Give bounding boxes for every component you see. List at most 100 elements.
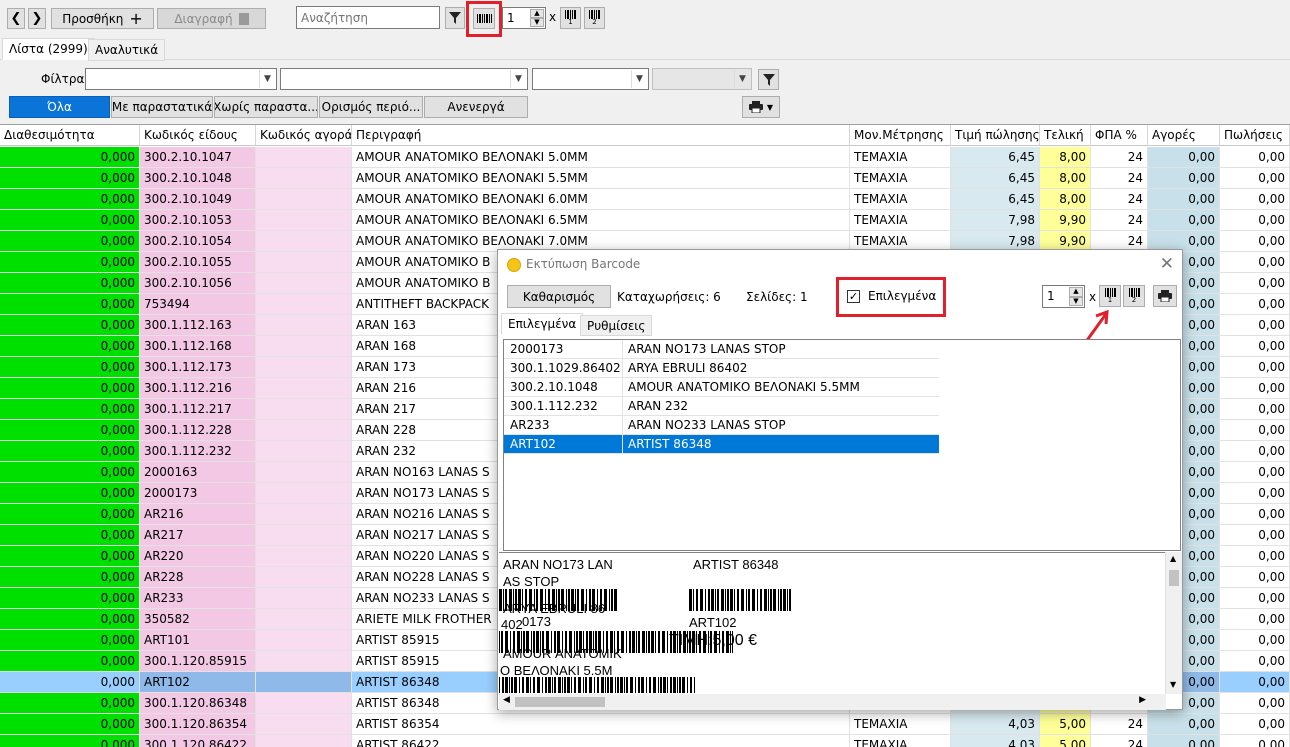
column-header[interactable]: Διαθεσιμότητα [0,125,140,146]
column-header[interactable]: Μον.Μέτρησης [850,125,951,146]
table-cell: 24 [1091,735,1148,747]
preview-label-2c: 0173 [522,614,551,629]
apply-filter-button[interactable] [758,69,779,90]
table-row[interactable]: 0,000 300.1.120.86422 ARTIST 86422 ΤΕΜΑΧΙΑ 4… [0,735,1290,747]
table-cell: 4,03 [951,714,1040,735]
filter-combo-3[interactable]: ▼ [532,68,649,90]
stepper-up-icon[interactable]: ▲ [1069,287,1083,297]
table-cell: ART102 [140,672,256,693]
table-row[interactable]: 0,000 300.1.120.86354 ARTIST 86354 ΤΕΜΑΧΙΑ 4… [0,714,1290,735]
delete-button[interactable]: Διαγραφή [157,8,266,29]
dialog-tab-selected[interactable]: Επιλεγμένα [501,313,584,335]
list-item[interactable]: 300.2.10.1048 AMOUR ΑΝΑΤΟΜΙΚΟ ΒΕΛΟΝΑΚΙ 5.… [504,378,939,397]
barcode-bar [760,589,762,611]
forward-button[interactable]: ❯ [28,8,46,29]
copies-stepper[interactable]: 1 ▲ ▼ [502,7,546,29]
table-cell: AMOUR ΑΝΑΤΟΜΙΚΟ ΒΕΛΟΝΑΚΙ 6.0MM [352,189,850,210]
table-row[interactable]: 0,000 300.2.10.1053 AMOUR ΑΝΑΤΟΜΙΚΟ ΒΕΛΟΝΑ… [0,210,1290,231]
barcode-bar [552,677,553,693]
dialog-tab-settings[interactable]: Ρυθμίσεις [580,315,653,336]
filter-without-docs-button[interactable]: Χωρίς παραστα... [214,96,318,118]
filter-period-button[interactable]: Ορισμός περιό... [319,96,423,118]
h-scroll-thumb[interactable] [515,697,605,707]
column-header[interactable]: Περιγραφή [352,125,850,146]
table-cell: 300.1.112.232 [140,441,256,462]
table-row[interactable]: 0,000 300.2.10.1048 AMOUR ΑΝΑΤΟΜΙΚΟ ΒΕΛΟΝΑ… [0,168,1290,189]
add-button[interactable]: Προσθήκη + [51,8,154,29]
list-item[interactable]: AR233 ARAN NO233 LANAS STOP [504,416,939,435]
filter-all-button[interactable]: Όλα [9,96,110,118]
close-icon[interactable]: ✕ [1160,254,1174,274]
column-header[interactable]: Τιμή πώλησης [951,125,1040,146]
table-cell: ΤΕΜΑΧΙΑ [850,735,951,747]
stepper-down-icon[interactable]: ▼ [530,18,544,27]
table-cell: 300.1.120.86422 [140,735,256,747]
back-button[interactable]: ❮ [7,8,25,29]
print-list-button[interactable]: ▼ [742,96,780,118]
barcode-bar [607,677,609,693]
table-cell [256,588,352,609]
print-label-1-button[interactable]: 1 [560,7,581,29]
column-header[interactable]: Πωλήσεις [1220,125,1290,146]
grid-header: Διαθεσιμότητα Κωδικός είδους Κωδικός αγορά… [0,125,1290,146]
filter-combo-1[interactable]: ▼ [85,68,277,90]
search-input[interactable] [296,6,440,29]
clear-button[interactable]: Καθαρισμός [507,285,611,308]
dialog-print-label-1-button[interactable]: 1 [1099,285,1121,307]
filter-combo-4[interactable]: ▼ [652,68,752,90]
tab-list[interactable]: Λίστα (2999) [2,38,95,60]
print-label-2-button[interactable]: 2 [584,7,605,29]
list-item[interactable]: ART102 ARTIST 86348 [504,435,939,454]
chevron-down-icon: ▼ [766,102,774,112]
table-cell: 0,00 [1148,735,1220,747]
table-cell [256,273,352,294]
barcode-bar [783,589,786,611]
label-preview: ARAN NO173 LAN AS STOP ARTIST 86348 ARYA… [499,552,1167,694]
column-header[interactable]: Αγορές [1148,125,1220,146]
table-cell: 0,00 [1220,273,1290,294]
table-cell: 300.2.10.1048 [140,168,256,189]
column-header[interactable]: Τελική [1040,125,1091,146]
add-label: Προσθήκη [62,11,124,26]
filter-with-docs-button[interactable]: Με παραστατικά [111,96,213,118]
table-cell: 24 [1091,714,1148,735]
preview-label-2a: ARYA EBRULI 86 [503,601,606,616]
barcode-bar [548,677,551,693]
stepper-up-icon[interactable]: ▲ [530,9,544,18]
column-header[interactable]: Κωδικός είδους [140,125,256,146]
barcode-bar [778,589,779,611]
dialog-print-button[interactable] [1153,285,1177,307]
chevron-down-icon[interactable]: ▼ [1170,680,1176,689]
chevron-right-icon[interactable]: ▶ [1139,695,1146,705]
barcode-bar [649,677,651,693]
table-cell: 350582 [140,609,256,630]
list-item[interactable]: 300.1.1029.86402 ARYA EBRULI 86402 [504,359,939,378]
tab-analytics[interactable]: Αναλυτικά [88,39,166,61]
chevron-left-icon[interactable]: ◀ [503,695,510,705]
stepper-down-icon[interactable]: ▼ [1069,296,1083,306]
chevron-up-icon[interactable]: ▲ [1170,554,1176,563]
preview-horizontal-scrollbar[interactable]: ◀ ▶ [499,694,1166,710]
barcode-bar [696,589,698,611]
filter-inactive-button[interactable]: Ανενεργά [424,96,528,118]
column-header[interactable]: Κωδικός αγοράς [256,125,352,146]
list-item[interactable]: 300.1.112.232 ARAN 232 [504,397,939,416]
dialog-copies-stepper[interactable]: 1 ▲ ▼ [1042,285,1085,308]
table-cell: 0,00 [1220,147,1290,168]
preview-vertical-scrollbar[interactable]: ▲ ▼ [1165,552,1182,694]
scroll-thumb[interactable] [1169,570,1179,586]
table-cell: 8,00 [1040,189,1091,210]
column-header[interactable]: ΦΠΑ % [1091,125,1148,146]
table-row[interactable]: 0,000 300.2.10.1049 AMOUR ΑΝΑΤΟΜΙΚΟ ΒΕΛΟΝΑ… [0,189,1290,210]
table-cell: 300.2.10.1054 [140,231,256,252]
table-row[interactable]: 0,000 300.2.10.1047 AMOUR ΑΝΑΤΟΜΙΚΟ ΒΕΛΟΝΑ… [0,147,1290,168]
barcode-bar [667,677,668,693]
list-item[interactable]: 2000173 ARAN NO173 LANAS STOP [504,340,939,359]
barcode-bar [757,589,758,611]
filter-button[interactable] [445,7,465,29]
barcode-bar [558,677,561,693]
filter-combo-2[interactable]: ▼ [280,68,528,90]
chevron-down-icon: ▼ [631,70,647,88]
dialog-print-label-2-button[interactable]: 2 [1123,285,1145,307]
table-cell: 0,000 [0,651,140,672]
